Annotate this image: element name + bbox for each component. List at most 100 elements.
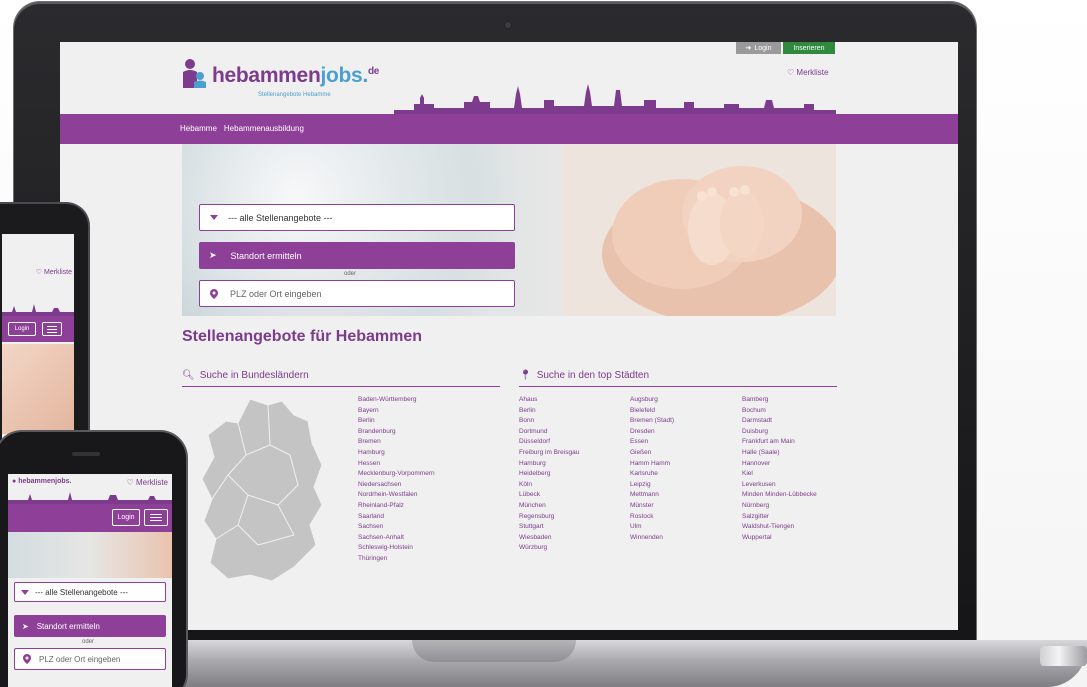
city-link[interactable]: Rostock: [630, 512, 674, 523]
states-section-heading: 🔍︎ Suche in Bundesländern: [182, 370, 309, 381]
phone-front-locate-label: Standort ermitteln: [36, 621, 100, 631]
state-link[interactable]: Niedersachsen: [358, 480, 435, 491]
city-link[interactable]: Hamburg: [519, 459, 579, 470]
state-link[interactable]: Brandenburg: [358, 427, 435, 438]
city-link[interactable]: Berlin: [519, 406, 579, 417]
phone-front-merkliste[interactable]: ♡ Merkliste: [127, 478, 168, 487]
state-link[interactable]: Baden-Württemberg: [358, 395, 435, 406]
map-pin-icon: 📍︎: [519, 370, 532, 381]
merkliste-label: Merkliste: [796, 68, 829, 77]
state-link[interactable]: Berlin: [358, 416, 435, 427]
city-link[interactable]: Ulm: [630, 522, 674, 533]
nav-item-hebamme[interactable]: Hebamme: [180, 124, 217, 133]
city-link[interactable]: Regensburg: [519, 512, 579, 523]
city-link[interactable]: Minden Minden-Lübbecke: [742, 490, 817, 501]
state-link[interactable]: Sachsen-Anhalt: [358, 533, 435, 544]
city-link[interactable]: Augsburg: [630, 395, 674, 406]
city-link[interactable]: Salzgitter: [742, 512, 817, 523]
city-link[interactable]: Ahaus: [519, 395, 579, 406]
phone-front-select-value: --- alle Stellenangebote ---: [35, 587, 128, 597]
state-link[interactable]: Hamburg: [358, 448, 435, 459]
city-link[interactable]: Darmstadt: [742, 416, 817, 427]
phone-back-merkliste[interactable]: ♡ Merkliste: [36, 268, 72, 276]
phone-back-nav: Login: [2, 316, 74, 342]
heart-icon: ♡: [787, 68, 795, 77]
merkliste-link[interactable]: ♡ Merkliste: [787, 68, 828, 77]
state-link[interactable]: Bremen: [358, 437, 435, 448]
phone-back-merkliste-label: Merkliste: [43, 269, 72, 276]
phone-front-logo[interactable]: ● hebammenjobs.: [12, 478, 71, 485]
city-link[interactable]: Mettmann: [630, 490, 674, 501]
plz-input[interactable]: PLZ oder Ort eingeben: [199, 280, 515, 307]
plz-placeholder: PLZ oder Ort eingeben: [230, 288, 322, 299]
city-link[interactable]: Bochum: [742, 406, 817, 417]
city-link[interactable]: Nürnberg: [742, 501, 817, 512]
site-header: hebammenjobs.de Stellenangebote Hebamme …: [60, 42, 958, 114]
city-link[interactable]: Bremen (Stadt): [630, 416, 674, 427]
city-link[interactable]: Kiel: [742, 469, 817, 480]
city-link[interactable]: Bamberg: [742, 395, 817, 406]
phone-back-menu-button[interactable]: [42, 322, 62, 336]
phone-front-nav: Login: [8, 504, 172, 532]
city-link[interactable]: Wuppertal: [742, 533, 817, 544]
state-link[interactable]: Hessen: [358, 459, 435, 470]
city-link[interactable]: Waldshut-Tiengen: [742, 522, 817, 533]
phone-front-plz-input[interactable]: PLZ oder Ort eingeben: [14, 648, 166, 670]
state-link[interactable]: Bayern: [358, 406, 435, 417]
phone-front-merkliste-label: Merkliste: [135, 478, 168, 487]
city-link[interactable]: Heidelberg: [519, 469, 579, 480]
locate-button[interactable]: ➤ Standort ermitteln: [199, 242, 515, 269]
job-category-value: --- alle Stellenangebote ---: [228, 212, 333, 223]
city-link[interactable]: Freiburg im Breisgau: [519, 448, 579, 459]
city-link[interactable]: Winnenden: [630, 533, 674, 544]
city-link[interactable]: Köln: [519, 480, 579, 491]
city-link[interactable]: Münster: [630, 501, 674, 512]
state-link[interactable]: Mecklenburg-Vorpommern: [358, 469, 435, 480]
city-link[interactable]: Hamm Hamm: [630, 459, 674, 470]
search-icon: 🔍︎: [182, 370, 195, 381]
city-link[interactable]: Essen: [630, 437, 674, 448]
nav-item-hebammenausbildung[interactable]: Hebammenausbildung: [224, 124, 304, 133]
job-category-select[interactable]: --- alle Stellenangebote ---: [199, 204, 515, 231]
oder-separator: oder: [344, 271, 357, 277]
phone-front-job-select[interactable]: --- alle Stellenangebote ---: [14, 582, 166, 602]
city-link[interactable]: Leipzig: [630, 480, 674, 491]
city-link[interactable]: Halle (Saale): [742, 448, 817, 459]
state-link[interactable]: Saarland: [358, 512, 435, 523]
login-button[interactable]: ➜ Login: [736, 42, 781, 54]
phone-back-login-button[interactable]: Login: [8, 322, 36, 336]
city-link[interactable]: Düsseldorf: [519, 437, 579, 448]
state-link[interactable]: Thüringen: [358, 554, 435, 565]
login-arrow-icon: ➜: [745, 45, 752, 52]
city-link[interactable]: Bonn: [519, 416, 579, 427]
city-link[interactable]: Bielefeld: [630, 406, 674, 417]
city-link[interactable]: Gießen: [630, 448, 674, 459]
city-link[interactable]: Frankfurt am Main: [742, 437, 817, 448]
germany-map-graphic[interactable]: [198, 395, 328, 585]
city-link[interactable]: Würzburg: [519, 543, 579, 554]
city-link[interactable]: Dresden: [630, 427, 674, 438]
phone-front-menu-button[interactable]: [144, 509, 168, 526]
city-link[interactable]: Leverkusen: [742, 480, 817, 491]
city-link[interactable]: München: [519, 501, 579, 512]
city-link[interactable]: Wiesbaden: [519, 533, 579, 544]
hamburger-icon: [47, 325, 57, 327]
city-link[interactable]: Karlsruhe: [630, 469, 674, 480]
phone-speaker: [72, 452, 100, 456]
city-link[interactable]: Lübeck: [519, 490, 579, 501]
map-pin-icon: [23, 654, 31, 664]
state-link[interactable]: Schleswig-Holstein: [358, 543, 435, 554]
insert-button[interactable]: Inserieren: [783, 42, 835, 54]
state-link[interactable]: Sachsen: [358, 522, 435, 533]
mother-child-logo-icon: [183, 59, 206, 88]
city-link[interactable]: Duisburg: [742, 427, 817, 438]
city-link[interactable]: Dortmund: [519, 427, 579, 438]
city-link[interactable]: Stuttgart: [519, 522, 579, 533]
state-link[interactable]: Rheinland-Pfalz: [358, 501, 435, 512]
heart-icon: ♡: [35, 269, 43, 276]
phone-front-locate-button[interactable]: ➤ Standort ermitteln: [14, 615, 166, 637]
phone-front-login-button[interactable]: Login: [112, 509, 140, 526]
hamburger-icon-line: [150, 520, 162, 521]
state-link[interactable]: Nordrhein-Westfalen: [358, 490, 435, 501]
city-link[interactable]: Hannover: [742, 459, 817, 470]
